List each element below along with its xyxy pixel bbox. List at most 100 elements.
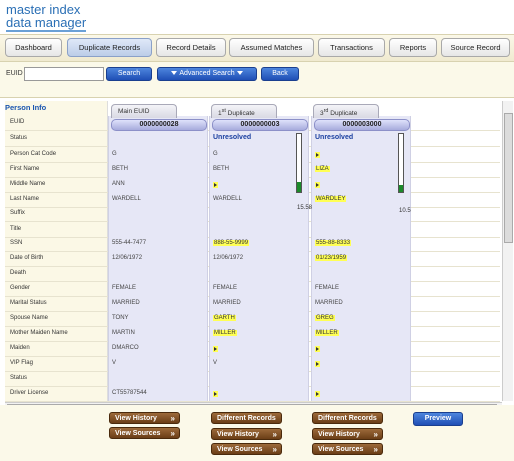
copy-field-arrow-icon[interactable]	[315, 361, 320, 367]
preview-button[interactable]: Preview	[413, 412, 463, 426]
field-value[interactable]: MILLER	[213, 330, 237, 336]
back-button[interactable]: Back	[261, 67, 299, 81]
field-value: DMARCO	[112, 345, 139, 351]
chevrons-right-icon: »	[373, 430, 378, 439]
tab-duplicate-records[interactable]: Duplicate Records	[67, 38, 152, 57]
match-score-value: 10.5	[399, 208, 411, 214]
tab-source-record[interactable]: Source Record	[441, 38, 510, 57]
field-value: 12/06/1972	[213, 255, 244, 261]
field-value[interactable]: 01/23/1959	[315, 255, 348, 261]
tab-transactions[interactable]: Transactions	[318, 38, 385, 57]
copy-field-arrow-icon[interactable]	[315, 152, 320, 158]
different-records-button-dup3[interactable]: Different Records	[312, 412, 383, 424]
chevron-down-icon	[236, 71, 243, 76]
chevrons-right-icon: »	[373, 445, 378, 454]
field-value: WARDELL	[213, 196, 242, 202]
field-value: WARDELL	[112, 196, 141, 202]
field-value[interactable]: LIZA	[315, 166, 330, 172]
field-value: G	[213, 151, 218, 157]
field-label: Suffix	[10, 210, 25, 216]
logo-line2: data manager	[6, 15, 87, 32]
view-sources-button-dup1[interactable]: View Sources»	[211, 443, 282, 455]
copy-field-arrow-icon[interactable]	[213, 346, 218, 352]
field-label: Mother Maiden Name	[10, 330, 68, 336]
scroll-thumb[interactable]	[504, 113, 513, 243]
field-label: Maiden	[10, 345, 30, 351]
field-value[interactable]: 555-88-8333	[315, 240, 352, 246]
chevron-down-icon	[171, 71, 178, 76]
field-value[interactable]: GREG	[315, 315, 335, 321]
tab-3rd-duplicate[interactable]: 3rd Duplicate	[313, 104, 379, 118]
tab-reports[interactable]: Reports	[389, 38, 437, 57]
euid-input[interactable]	[24, 67, 104, 81]
match-score-bar	[296, 133, 302, 193]
tab-record-details[interactable]: Record Details	[156, 38, 226, 57]
field-label: Gender	[10, 285, 31, 291]
score-fill	[399, 185, 403, 192]
advanced-search-button[interactable]: Advanced Search	[157, 67, 257, 81]
search-button[interactable]: Search	[106, 67, 152, 81]
chevrons-right-icon: »	[272, 430, 277, 439]
copy-field-arrow-icon[interactable]	[213, 182, 218, 188]
field-label: SSN	[10, 240, 23, 246]
field-label: EUID	[10, 119, 25, 125]
field-value: MARRIED	[315, 300, 343, 306]
field-value[interactable]: MILLER	[315, 330, 339, 336]
field-value: MARRIED	[213, 300, 241, 306]
different-records-button-dup1[interactable]: Different Records	[211, 412, 282, 424]
field-label: Status	[10, 135, 28, 141]
field-label: Death	[10, 270, 27, 276]
field-value: ANN	[112, 181, 125, 187]
field-label: Driver License	[10, 390, 49, 396]
match-score-value: 15.58	[297, 205, 313, 211]
app-logo: master index data manager	[6, 3, 87, 32]
field-value: MARTIN	[112, 330, 135, 336]
euid-pill-main[interactable]: 0000000028	[111, 119, 207, 131]
field-value: CT55787544	[112, 390, 147, 396]
field-label: Status	[10, 375, 28, 381]
euid-pill-dup1[interactable]: 0000000003	[212, 119, 308, 131]
euid-label: EUID	[6, 70, 23, 77]
view-sources-button-dup3[interactable]: View Sources»	[312, 443, 383, 455]
field-label: Person Cat Code	[10, 151, 57, 157]
field-value: 12/06/1972	[112, 255, 143, 261]
euid-pill-dup3[interactable]: 0000003000	[314, 119, 410, 131]
field-label: Spouse Name	[10, 315, 49, 321]
main-nav: Dashboard Duplicate Records Record Detai…	[0, 34, 514, 62]
field-value: Unresolved	[315, 134, 354, 141]
field-label: Title	[10, 226, 22, 232]
field-value: TONY	[112, 315, 129, 321]
field-value: FEMALE	[213, 285, 238, 291]
field-value: FEMALE	[315, 285, 340, 291]
field-value: 555-44-7477	[112, 240, 147, 246]
tab-dashboard[interactable]: Dashboard	[5, 38, 62, 57]
score-fill	[297, 182, 301, 192]
field-label: Date of Birth	[10, 255, 44, 261]
field-value[interactable]: WARDLEY	[315, 196, 347, 202]
field-value: MARRIED	[112, 300, 140, 306]
tab-1st-duplicate[interactable]: 1st Duplicate	[211, 104, 277, 118]
search-bar: EUID Search Advanced Search Back	[0, 62, 514, 98]
field-value: BETH	[112, 166, 129, 172]
copy-field-arrow-icon[interactable]	[213, 391, 218, 397]
chevrons-right-icon: »	[272, 445, 277, 454]
field-value[interactable]: 888-55-9999	[213, 240, 250, 246]
copy-field-arrow-icon[interactable]	[315, 346, 320, 352]
vertical-scrollbar[interactable]	[502, 101, 513, 401]
tab-assumed-matches[interactable]: Assumed Matches	[229, 38, 314, 57]
chevrons-right-icon: »	[170, 414, 175, 423]
field-label: First Name	[10, 166, 40, 172]
copy-field-arrow-icon[interactable]	[315, 391, 320, 397]
view-history-button-main[interactable]: View History»	[109, 412, 180, 424]
view-sources-button-main[interactable]: View Sources»	[109, 427, 180, 439]
field-label: Marital Status	[10, 300, 47, 306]
match-score-bar	[398, 133, 404, 193]
field-value: FEMALE	[112, 285, 137, 291]
field-label: Last Name	[10, 196, 40, 202]
tab-main-euid[interactable]: Main EUID	[111, 104, 177, 118]
field-value[interactable]: GARTH	[213, 315, 236, 321]
view-history-button-dup1[interactable]: View History»	[211, 428, 282, 440]
copy-field-arrow-icon[interactable]	[315, 182, 320, 188]
field-value: V	[213, 360, 218, 366]
view-history-button-dup3[interactable]: View History»	[312, 428, 383, 440]
